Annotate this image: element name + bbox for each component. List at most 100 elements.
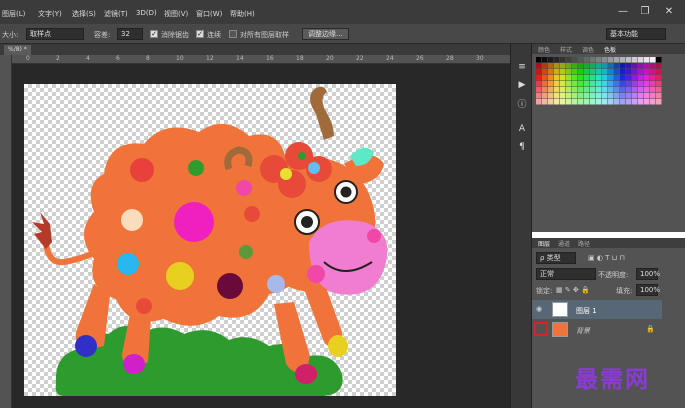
body-dot [217, 273, 243, 299]
flower-dot [280, 168, 292, 180]
swatch-cell [578, 75, 584, 81]
layer-row[interactable]: 背景 🔒 [532, 320, 662, 339]
swatch-cell [536, 87, 542, 93]
swatch-cell [584, 75, 590, 81]
menu-filter[interactable]: 滤镜(T) [104, 9, 128, 19]
swatch-cell [578, 81, 584, 87]
body-dot [174, 202, 214, 242]
swatch-cell [548, 69, 554, 75]
restore-button[interactable]: ❐ [634, 6, 656, 19]
tab-paths[interactable]: 路径 [578, 239, 590, 248]
swatch-cell [578, 69, 584, 75]
menu-3d[interactable]: 3D(D) [136, 9, 157, 17]
layer-kind-filter[interactable]: ρ 类型 [536, 252, 576, 264]
swatch-cell [554, 87, 560, 93]
swatch-cell [584, 93, 590, 99]
swatch-cell [596, 63, 602, 69]
menu-help[interactable]: 帮助(H) [230, 9, 255, 19]
layer-name[interactable]: 图层 1 [576, 306, 597, 316]
filter-icons[interactable]: ▣ ◐ T ⊔ ⊓ [588, 254, 625, 262]
lock-icons[interactable]: ▦ ✎ ✥ 🔒 [556, 286, 590, 294]
swatch-cell [560, 93, 566, 99]
swatch-cell [602, 69, 608, 75]
history-icon[interactable]: ≡ [515, 60, 529, 74]
menu-select[interactable]: 选择(S) [72, 9, 96, 19]
menu-bar: 图层(L) 文字(Y) 选择(S) 滤镜(T) 3D(D) 视图(V) 窗口(W… [0, 0, 685, 24]
swatch-cell [638, 63, 644, 69]
swatch-cell [608, 99, 614, 105]
swatch-cell [536, 63, 542, 69]
swatch-cell [536, 81, 542, 87]
sample-all-checkbox[interactable] [229, 30, 237, 38]
layer-row[interactable]: ◉ 图层 1 [532, 300, 662, 319]
swatches-tabbar: 颜色 样式 调色 色板 [532, 44, 685, 54]
tab-swatches[interactable]: 色板 [604, 45, 616, 54]
swatch-cell [638, 75, 644, 81]
tab-color[interactable]: 颜色 [538, 45, 550, 54]
blend-mode-select[interactable]: 正常 [536, 268, 596, 280]
image-canvas[interactable] [24, 84, 396, 396]
swatch-cell [548, 99, 554, 105]
swatch-cell [572, 69, 578, 75]
swatch-cell [584, 81, 590, 87]
menu-window[interactable]: 窗口(W) [196, 9, 222, 19]
tolerance-input[interactable]: 32 [117, 28, 143, 40]
swatch-cell [548, 57, 554, 63]
swatch-cell [566, 93, 572, 99]
tab-channels[interactable]: 通道 [558, 239, 570, 248]
menu-type[interactable]: 文字(Y) [38, 9, 62, 19]
canvas-workspace[interactable] [12, 64, 510, 408]
swatch-cell [566, 99, 572, 105]
swatch-cell [650, 87, 656, 93]
minimize-button[interactable]: — [612, 6, 634, 19]
swatch-cell [596, 99, 602, 105]
tab-adjust[interactable]: 调色 [582, 45, 594, 54]
eye-icon[interactable]: ◉ [536, 305, 542, 313]
swatch-cell [584, 69, 590, 75]
swatch-cell [656, 87, 662, 93]
character-icon[interactable]: A [515, 122, 529, 136]
swatch-cell [650, 75, 656, 81]
swatch-cell [608, 57, 614, 63]
swatch-cell [656, 63, 662, 69]
swatch-cell [572, 93, 578, 99]
swatch-cell [614, 93, 620, 99]
sample-size-select[interactable]: 取样点 [26, 28, 84, 40]
fill-input[interactable]: 100% [636, 284, 660, 296]
paragraph-icon[interactable]: ¶ [515, 140, 529, 154]
visibility-toggle-highlight[interactable] [534, 322, 548, 336]
menu-layer[interactable]: 图层(L) [2, 9, 25, 19]
menu-view[interactable]: 视图(V) [164, 9, 188, 19]
document-tab[interactable]: %/8) * [4, 45, 31, 55]
swatch-cell [626, 99, 632, 105]
opacity-input[interactable]: 100% [636, 268, 660, 280]
close-button[interactable]: ✕ [658, 6, 680, 19]
ruler-tick: 10 [176, 55, 184, 62]
swatch-cell [548, 81, 554, 87]
refine-edge-button[interactable]: 调整边缘... [302, 28, 349, 40]
swatch-cell [644, 75, 650, 81]
swatch-cell [590, 57, 596, 63]
layer-name[interactable]: 背景 [576, 326, 590, 336]
swatch-cell [614, 63, 620, 69]
swatch-cell [608, 87, 614, 93]
tab-layers[interactable]: 图层 [538, 239, 550, 248]
swatch-cell [644, 81, 650, 87]
swatch-cell [560, 69, 566, 75]
swatch-cell [626, 87, 632, 93]
swatch-cell [572, 99, 578, 105]
swatch-cell [602, 75, 608, 81]
actions-icon[interactable]: ▶ [515, 78, 529, 92]
swatch-cell [650, 81, 656, 87]
tab-styles[interactable]: 样式 [560, 45, 572, 54]
swatch-cell [590, 81, 596, 87]
swatch-cell [578, 63, 584, 69]
workspace-select[interactable]: 基本功能 [606, 28, 666, 40]
swatch-cell [650, 63, 656, 69]
panel-icon-strip: ≡ ▶ ⓘ A ¶ [510, 44, 532, 408]
contiguous-checkbox[interactable]: ✓ [196, 30, 204, 38]
info-icon[interactable]: ⓘ [515, 98, 529, 112]
swatch-grid[interactable] [536, 57, 662, 105]
swatch-cell [632, 63, 638, 69]
antialias-checkbox[interactable]: ✓ [150, 30, 158, 38]
